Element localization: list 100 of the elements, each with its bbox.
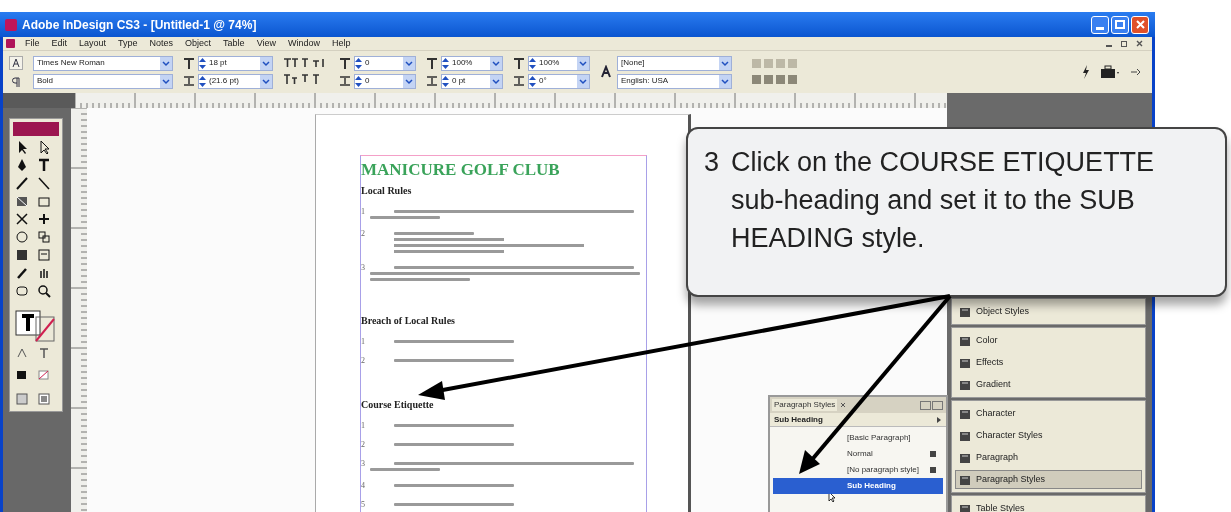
panel-menu-icon[interactable]: [1130, 67, 1142, 77]
text-size-icon[interactable]: [339, 57, 351, 70]
leading-icon[interactable]: [339, 74, 351, 87]
list-number: 2: [361, 230, 366, 240]
spinner-field[interactable]: 18 pt: [198, 55, 273, 71]
document-title: MANICURE GOLF CLUB: [361, 160, 561, 180]
style-list-item[interactable]: Sub Heading: [773, 478, 943, 494]
panel-icon[interactable]: [959, 378, 971, 391]
app-icon: [4, 17, 18, 32]
paragraph-mode-icon[interactable]: [9, 74, 23, 89]
spinner-arrows-icon[interactable]: [442, 75, 449, 87]
panel-tab[interactable]: Effects: [955, 353, 1142, 372]
text-size-icon[interactable]: [183, 57, 195, 70]
current-style-label: Sub Heading: [774, 413, 823, 426]
spinner-field[interactable]: 0 pt: [441, 73, 503, 89]
list-number: 1: [361, 422, 366, 430]
style-list-item[interactable]: [No paragraph style]: [773, 462, 943, 478]
panel-tab[interactable]: Paragraph Styles: [955, 470, 1142, 489]
dropdown-field[interactable]: [None]: [617, 55, 732, 71]
menu-item[interactable]: Help: [332, 36, 351, 51]
maximize-button[interactable]: [1111, 15, 1129, 34]
list-number: 2: [361, 357, 366, 365]
line-icon[interactable]: [36, 175, 52, 191]
panel-tab[interactable]: Character: [955, 404, 1142, 423]
close-icon[interactable]: [1136, 40, 1143, 47]
panel-icon[interactable]: [959, 429, 971, 442]
list-number: 5: [361, 501, 366, 509]
panel-icon[interactable]: [959, 305, 971, 318]
minimize-button[interactable]: [1091, 15, 1109, 34]
spinner-arrows-icon[interactable]: [442, 57, 449, 69]
text-size-icon[interactable]: [426, 57, 438, 70]
spinner-arrows-icon[interactable]: [529, 57, 536, 69]
panel-tab[interactable]: Paragraph: [955, 448, 1142, 467]
type-icon[interactable]: [36, 157, 52, 173]
close-icon: [1135, 20, 1145, 29]
menu-item[interactable]: Type: [118, 36, 138, 51]
mouse-pointer-icon: [828, 491, 836, 503]
spinner-field[interactable]: 100%: [528, 55, 590, 71]
panel-tab[interactable]: Color: [955, 331, 1142, 350]
briefcase-icon[interactable]: [1100, 65, 1120, 79]
panel-icon[interactable]: [959, 451, 971, 464]
menu-item[interactable]: Table: [223, 36, 245, 51]
list-number: 1: [361, 338, 366, 346]
maximize-icon: [1115, 20, 1125, 29]
ruler-corner: [3, 93, 75, 108]
font-size-icon[interactable]: [600, 65, 614, 79]
panel-icon[interactable]: [959, 334, 971, 347]
fill-stroke-icon[interactable]: [14, 309, 58, 343]
panel-tab-icon[interactable]: [920, 400, 944, 410]
menu-item[interactable]: Window: [288, 36, 320, 51]
panel-icon[interactable]: [959, 407, 971, 420]
instruction-text: Click on the COURSE ETIQUETTE sub-heading and set it to the SUB HEADING style.: [731, 146, 1156, 255]
dropdown-field[interactable]: Bold: [33, 73, 173, 89]
panel-tab[interactable]: Gradient: [955, 375, 1142, 394]
spinner-field[interactable]: 0: [354, 55, 416, 71]
alignment-buttons-icon[interactable]: [752, 57, 800, 87]
new-style-icon[interactable]: [936, 415, 942, 424]
menu-item[interactable]: Layout: [79, 36, 107, 51]
menu-item[interactable]: File: [25, 36, 40, 51]
leading-icon[interactable]: [426, 74, 438, 87]
spinner-arrows-icon[interactable]: [529, 75, 536, 87]
list-number: 1: [361, 208, 366, 218]
spinner-field[interactable]: (21.6 pt): [198, 73, 273, 89]
document-icon: [6, 39, 15, 48]
panel-tab[interactable]: Object Styles: [955, 302, 1142, 321]
lightning-icon[interactable]: [1082, 65, 1090, 79]
dropdown-field[interactable]: Times New Roman: [33, 55, 173, 71]
spinner-arrows-icon[interactable]: [199, 57, 206, 69]
spinner-field[interactable]: 100%: [441, 55, 503, 71]
close-icon[interactable]: [840, 402, 847, 408]
panel-icon[interactable]: [959, 502, 971, 512]
spinner-arrows-icon[interactable]: [355, 75, 362, 87]
text-size-icon[interactable]: [513, 57, 525, 70]
leading-icon[interactable]: [513, 74, 525, 87]
menu-item[interactable]: Notes: [149, 36, 174, 51]
menu-item[interactable]: Edit: [51, 36, 68, 51]
style-list-item[interactable]: [Basic Paragraph]: [773, 430, 943, 446]
panel-tab[interactable]: Table Styles: [955, 499, 1142, 512]
character-mode-icon[interactable]: [9, 55, 23, 70]
menu-item[interactable]: View: [256, 36, 276, 51]
spinner-arrows-icon[interactable]: [199, 75, 206, 87]
panel-icon[interactable]: [959, 356, 971, 369]
panel-icon[interactable]: [959, 473, 971, 486]
panel-tab[interactable]: Paragraph Styles: [772, 399, 838, 411]
spinner-field[interactable]: 0: [354, 73, 416, 89]
leading-icon[interactable]: [183, 74, 195, 87]
spinner-arrows-icon[interactable]: [355, 57, 362, 69]
spinner-field[interactable]: 0°: [528, 73, 590, 89]
zoom-icon[interactable]: [36, 283, 52, 299]
panel-tab[interactable]: Character Styles: [955, 426, 1142, 445]
section-heading: Breach of Local Rules: [361, 315, 456, 327]
list-number: 2: [361, 441, 366, 449]
menu-item[interactable]: Object: [185, 36, 212, 51]
restore-icon[interactable]: [1121, 40, 1128, 47]
swatch-none-icon[interactable]: [36, 367, 52, 383]
window-title: Adobe InDesign CS3 - [Untitled-1 @ 74%]: [22, 16, 257, 34]
list-number: 4: [361, 482, 366, 490]
dropdown-field[interactable]: English: USA: [617, 73, 732, 89]
style-list-item[interactable]: Normal: [773, 446, 943, 462]
close-button[interactable]: [1131, 15, 1149, 34]
